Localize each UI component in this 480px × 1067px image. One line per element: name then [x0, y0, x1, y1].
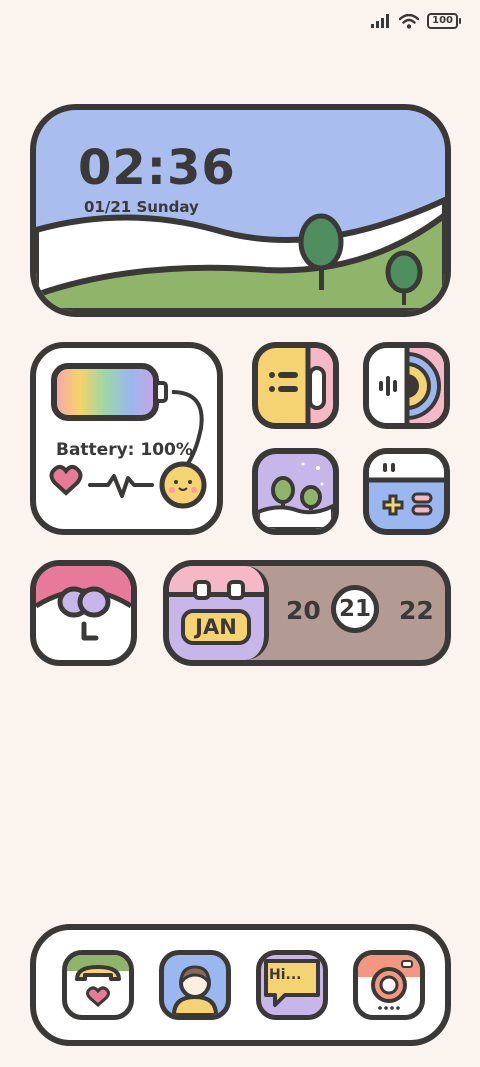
- battery-illustration: [49, 363, 207, 509]
- battery-percent: 100: [432, 15, 453, 26]
- clock-date: 01/21 Sunday: [84, 198, 199, 216]
- phone-app-icon[interactable]: [62, 950, 134, 1020]
- date-widget[interactable]: JAN 20 21 22: [163, 560, 451, 666]
- messages-icon: [264, 959, 320, 1007]
- gallery-app-icon[interactable]: [252, 448, 339, 535]
- camera-app-icon[interactable]: [353, 950, 425, 1020]
- year-prefix: 20: [286, 596, 321, 625]
- bow-clock-icon: [36, 566, 131, 641]
- notes-app-icon[interactable]: [252, 342, 339, 429]
- wifi-icon: [399, 13, 420, 29]
- calendar-ring-icon: [227, 580, 245, 600]
- month-label: JAN: [181, 609, 251, 645]
- clock-app-icon[interactable]: [30, 560, 137, 666]
- music-icon: [369, 348, 444, 423]
- battery-icon: 100: [427, 13, 461, 29]
- phone-icon: [67, 955, 129, 1007]
- bubble-text: Hi...: [269, 967, 302, 983]
- gamepad-icon: [369, 454, 444, 516]
- clock-time: 02:36: [78, 140, 236, 196]
- winter-scene-icon: [258, 462, 333, 529]
- contacts-app-icon[interactable]: [159, 950, 231, 1020]
- signal-icon: [371, 14, 390, 28]
- battery-label: Battery: 100%: [56, 440, 193, 460]
- contacts-icon: [171, 965, 219, 1015]
- notes-icon: [269, 348, 333, 423]
- day-number: 21: [331, 585, 379, 633]
- status-bar: 100: [371, 10, 461, 32]
- calendar-ring-icon: [193, 580, 211, 600]
- messages-app-icon[interactable]: Hi...: [256, 950, 328, 1020]
- game-app-icon[interactable]: [363, 448, 450, 535]
- heart-icon: [49, 464, 83, 496]
- music-app-icon[interactable]: [363, 342, 450, 429]
- smiley-face-icon: [159, 461, 207, 509]
- battery-widget[interactable]: Battery: 100%: [30, 342, 223, 535]
- clock-widget[interactable]: 02:36 01/21 Sunday: [30, 104, 451, 317]
- year-suffix: 22: [399, 596, 434, 625]
- dock: Hi...: [30, 924, 451, 1046]
- calendar-month-panel: JAN: [169, 566, 269, 660]
- camera-icon: [358, 955, 420, 1010]
